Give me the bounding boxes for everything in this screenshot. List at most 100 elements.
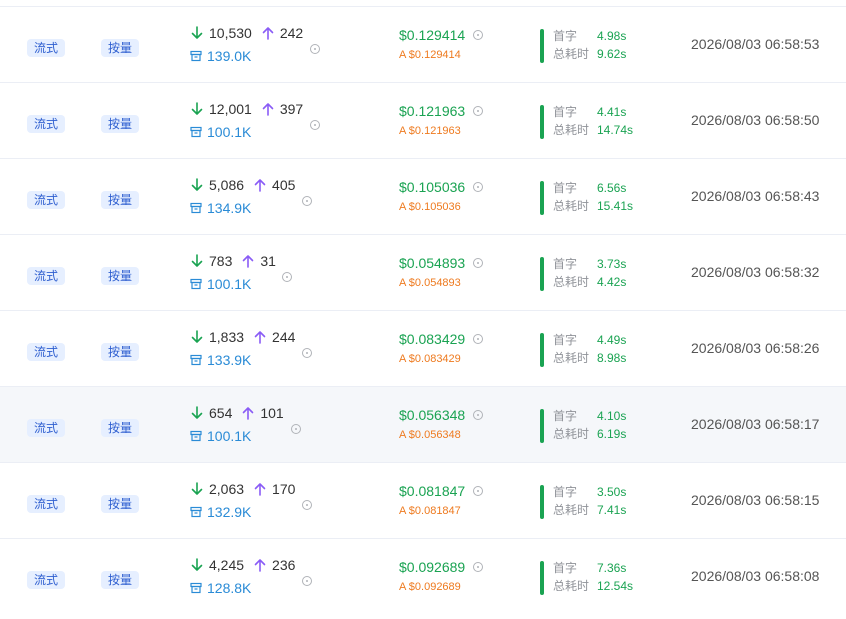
price-info-icon[interactable] bbox=[473, 334, 484, 344]
total-time-label: 总耗时 bbox=[553, 275, 590, 289]
input-tokens: 5,086 bbox=[209, 177, 245, 193]
billing-tag: 按量 bbox=[101, 191, 140, 209]
total-time-value: 14.74s bbox=[597, 123, 634, 137]
price-value: $0.083429 bbox=[399, 331, 466, 347]
first-token-value: 6.56s bbox=[597, 181, 627, 195]
usage-log-table: 流式 按量 10,530 242 139.0K $0.129414 A $0.1… bbox=[0, 6, 846, 614]
timing-status-bar bbox=[540, 561, 544, 595]
price-info-icon[interactable] bbox=[473, 30, 484, 40]
input-tokens: 12,001 bbox=[209, 101, 252, 117]
first-token-label: 首字 bbox=[553, 409, 578, 423]
arrow-down-icon bbox=[191, 406, 203, 419]
timestamp: 2026/08/03 06:58:15 bbox=[691, 492, 820, 508]
input-tokens: 2,063 bbox=[209, 481, 245, 497]
price-cell: $0.056348 A $0.056348 bbox=[399, 405, 484, 443]
token-info-icon[interactable] bbox=[302, 500, 312, 510]
cache-box-icon bbox=[190, 354, 202, 366]
actual-price: A $0.083429 bbox=[399, 353, 461, 365]
total-time-label: 总耗时 bbox=[553, 199, 590, 213]
table-row[interactable]: 流式 按量 654 101 100.1K $0.056348 A $0.0563… bbox=[0, 386, 846, 462]
table-row[interactable]: 流式 按量 4,245 236 128.8K $0.092689 A $0.09… bbox=[0, 538, 846, 614]
arrow-up-icon bbox=[243, 407, 254, 420]
arrow-up-icon bbox=[243, 255, 254, 268]
mode-tag: 流式 bbox=[27, 115, 66, 133]
price-value: $0.121963 bbox=[399, 103, 466, 119]
token-info-icon[interactable] bbox=[302, 196, 312, 206]
token-usage: 1,833 244 133.9K bbox=[190, 327, 295, 370]
output-tokens: 236 bbox=[272, 557, 296, 573]
arrow-down-icon bbox=[191, 178, 203, 191]
arrow-down-icon bbox=[191, 558, 203, 571]
table-row[interactable]: 流式 按量 2,063 170 132.9K $0.081847 A $0.08… bbox=[0, 462, 846, 538]
arrow-up-icon bbox=[254, 179, 266, 192]
cache-tokens: 139.0K bbox=[207, 48, 252, 64]
timing-status-bar bbox=[540, 181, 544, 215]
price-cell: $0.083429 A $0.083429 bbox=[399, 329, 484, 367]
table-row[interactable]: 流式 按量 1,833 244 133.9K $0.083429 A $0.08… bbox=[0, 310, 846, 386]
cache-tokens: 100.1K bbox=[207, 124, 252, 140]
table-row[interactable]: 流式 按量 12,001 397 100.1K $0.121963 A $0.1… bbox=[0, 82, 846, 158]
mode-tag: 流式 bbox=[27, 191, 66, 209]
total-time-value: 8.98s bbox=[597, 351, 627, 365]
output-tokens: 170 bbox=[272, 481, 296, 497]
timing-status-bar bbox=[540, 257, 544, 291]
first-token-value: 4.10s bbox=[597, 409, 627, 423]
price-info-icon[interactable] bbox=[473, 106, 484, 116]
first-token-label: 首字 bbox=[553, 485, 578, 499]
actual-price: A $0.105036 bbox=[399, 201, 461, 213]
timestamp: 2026/08/03 06:58:26 bbox=[691, 340, 820, 356]
first-token-label: 首字 bbox=[553, 333, 578, 347]
token-info-icon[interactable] bbox=[310, 120, 320, 130]
cache-tokens: 128.8K bbox=[207, 580, 252, 596]
token-info-icon[interactable] bbox=[291, 424, 301, 434]
billing-tag: 按量 bbox=[101, 39, 140, 57]
arrow-up-icon bbox=[262, 27, 274, 40]
timestamp: 2026/08/03 06:58:32 bbox=[691, 264, 820, 280]
mode-tag: 流式 bbox=[27, 495, 66, 513]
table-row[interactable]: 流式 按量 5,086 405 134.9K $0.105036 A $0.10… bbox=[0, 158, 846, 234]
cache-box-icon bbox=[190, 202, 202, 214]
price-value: $0.056348 bbox=[399, 407, 466, 423]
first-token-value: 4.49s bbox=[597, 333, 627, 347]
total-time-label: 总耗时 bbox=[553, 579, 590, 593]
token-info-icon[interactable] bbox=[302, 576, 312, 586]
price-value: $0.129414 bbox=[399, 27, 466, 43]
price-info-icon[interactable] bbox=[473, 182, 484, 192]
price-cell: $0.105036 A $0.105036 bbox=[399, 177, 484, 215]
arrow-up-icon bbox=[262, 103, 274, 116]
input-tokens: 4,245 bbox=[209, 557, 245, 573]
timing-status-bar bbox=[540, 409, 544, 443]
total-time-value: 9.62s bbox=[597, 47, 627, 61]
price-info-icon[interactable] bbox=[473, 486, 484, 496]
first-token-label: 首字 bbox=[553, 257, 578, 271]
output-tokens: 31 bbox=[260, 253, 276, 269]
actual-price: A $0.129414 bbox=[399, 49, 461, 61]
total-time-value: 12.54s bbox=[597, 579, 634, 593]
price-cell: $0.054893 A $0.054893 bbox=[399, 253, 484, 291]
token-usage: 4,245 236 128.8K bbox=[190, 555, 295, 598]
mode-tag: 流式 bbox=[27, 419, 66, 437]
table-row[interactable]: 流式 按量 783 31 100.1K $0.054893 A $0.05489… bbox=[0, 234, 846, 310]
price-cell: $0.092689 A $0.092689 bbox=[399, 557, 484, 595]
mode-tag: 流式 bbox=[27, 267, 66, 285]
price-info-icon[interactable] bbox=[473, 258, 484, 268]
price-info-icon[interactable] bbox=[473, 410, 484, 420]
total-time-value: 15.41s bbox=[597, 199, 634, 213]
first-token-value: 3.73s bbox=[597, 257, 627, 271]
billing-tag: 按量 bbox=[101, 571, 140, 589]
token-info-icon[interactable] bbox=[310, 44, 320, 54]
output-tokens: 244 bbox=[272, 329, 296, 345]
cache-box-icon bbox=[190, 430, 202, 442]
price-info-icon[interactable] bbox=[473, 562, 484, 572]
total-time-value: 7.41s bbox=[597, 503, 627, 517]
actual-price: A $0.092689 bbox=[399, 581, 461, 593]
cache-tokens: 132.9K bbox=[207, 504, 252, 520]
token-info-icon[interactable] bbox=[282, 272, 292, 282]
price-cell: $0.081847 A $0.081847 bbox=[399, 481, 484, 519]
table-row[interactable]: 流式 按量 10,530 242 139.0K $0.129414 A $0.1… bbox=[0, 6, 846, 82]
first-token-value: 3.50s bbox=[597, 485, 627, 499]
timing-status-bar bbox=[540, 333, 544, 367]
first-token-value: 4.98s bbox=[597, 29, 627, 43]
output-tokens: 242 bbox=[279, 25, 304, 41]
token-info-icon[interactable] bbox=[302, 348, 312, 358]
